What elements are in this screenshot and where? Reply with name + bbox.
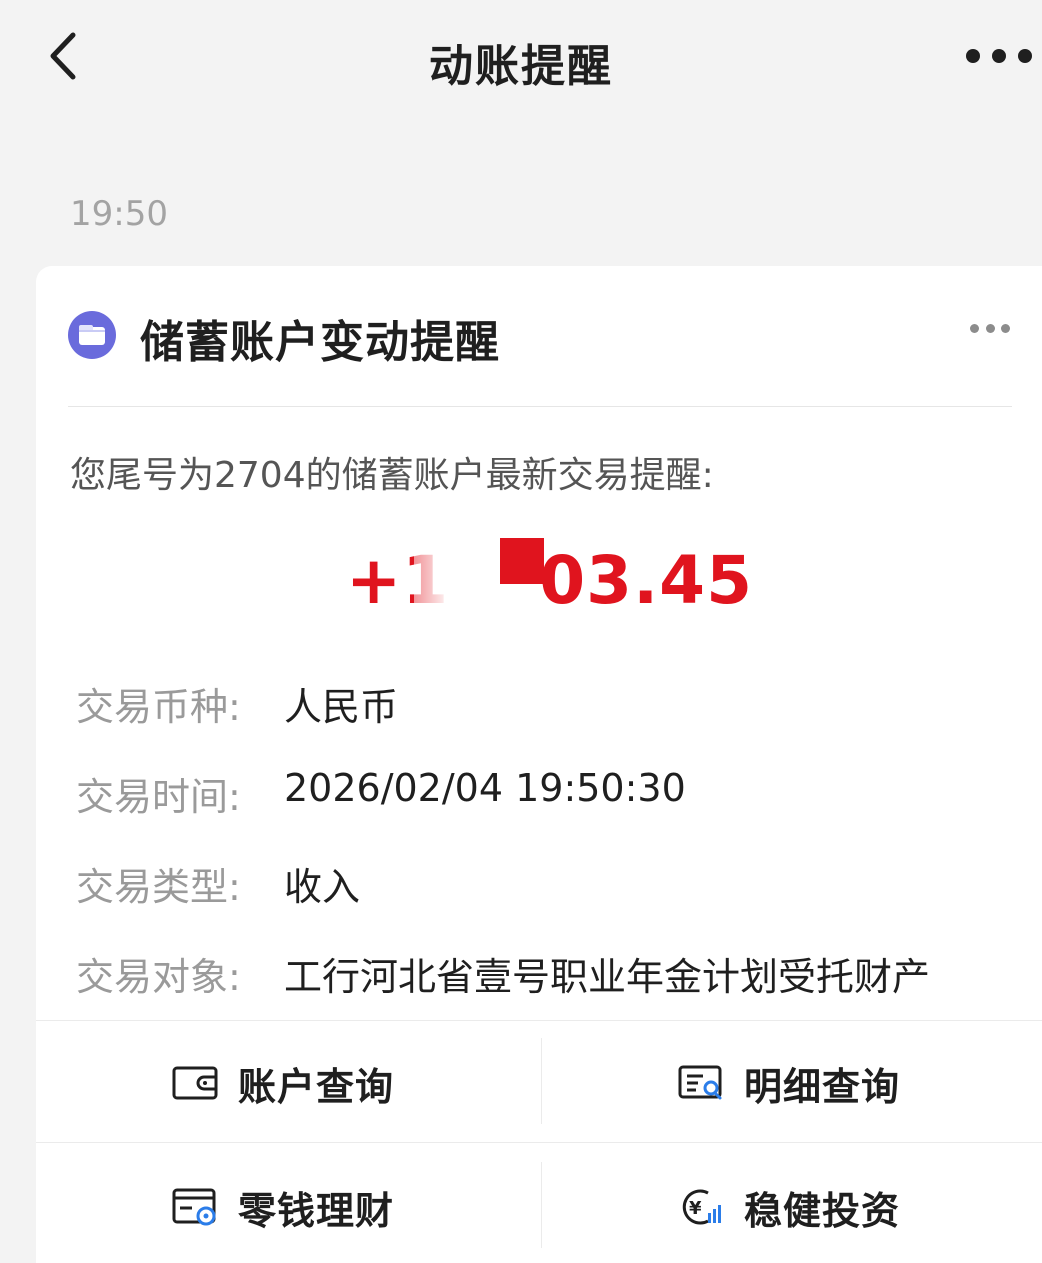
wallet-icon — [68, 311, 116, 359]
amount-suffix: 03.45 — [539, 542, 753, 619]
action-label: 明细查询 — [744, 1064, 901, 1109]
actions-divider — [36, 1142, 1042, 1143]
detail-row-currency: 交易币种: 人民币 — [76, 676, 1016, 729]
steady-investment-button[interactable]: ¥ 稳健投资 — [678, 1172, 900, 1242]
detail-row-counterparty: 交易对象: 工行河北省壹号职业年金计划受托财产 — [76, 946, 1016, 999]
card-divider — [68, 406, 1012, 407]
top-navigation-bar: 动账提醒 — [0, 0, 1042, 112]
list-search-icon — [678, 1063, 724, 1103]
notification-card: 储蓄账户变动提醒 您尾号为2704的储蓄账户最新交易提醒: +1 03.45 交易… — [36, 266, 1042, 1263]
more-options-button[interactable] — [964, 36, 1034, 76]
action-label: 稳健投资 — [744, 1188, 901, 1233]
detail-value: 收入 — [284, 865, 361, 909]
more-dot — [966, 49, 980, 63]
actions-divider — [541, 1038, 542, 1124]
wallet-card-icon — [172, 1063, 218, 1103]
detail-row-time: 交易时间: 2026/02/04 19:50:30 — [76, 766, 1016, 819]
detail-value: 2026/02/04 19:50:30 — [284, 766, 686, 810]
detail-label: 交易币种: — [76, 685, 241, 729]
detail-label: 交易对象: — [76, 955, 241, 999]
account-query-button[interactable]: 账户查询 — [172, 1048, 394, 1118]
more-dot — [1001, 324, 1010, 333]
detail-value: 人民币 — [284, 685, 399, 729]
detail-value: 工行河北省壹号职业年金计划受托财产 — [284, 955, 931, 999]
more-dot — [992, 49, 1006, 63]
change-wealth-button[interactable]: 零钱理财 — [172, 1172, 394, 1242]
more-dot — [970, 324, 979, 333]
detail-label: 交易时间: — [76, 775, 241, 819]
message-timestamp: 19:50 — [70, 194, 168, 234]
amount-redaction-mark — [500, 538, 544, 584]
detail-query-button[interactable]: 明细查询 — [678, 1048, 900, 1118]
detail-row-type: 交易类型: 收入 — [76, 856, 1016, 909]
card-more-button[interactable] — [970, 324, 1010, 336]
actions-divider — [541, 1162, 542, 1248]
more-dot — [1018, 49, 1032, 63]
page-title: 动账提醒 — [429, 41, 613, 92]
amount-text: +1 03.45 — [346, 542, 753, 619]
transaction-intro: 您尾号为2704的储蓄账户最新交易提醒: — [70, 455, 714, 496]
more-dot — [985, 324, 995, 333]
transaction-amount: +1 03.45 — [36, 534, 1042, 624]
card-coin-icon — [172, 1187, 218, 1227]
actions-divider — [36, 1020, 1042, 1021]
card-header: 储蓄账户变动提醒 — [36, 266, 1042, 408]
card-title: 储蓄账户变动提醒 — [140, 317, 500, 368]
svg-text:¥: ¥ — [689, 1198, 702, 1219]
detail-label: 交易类型: — [76, 865, 241, 909]
action-label: 零钱理财 — [238, 1188, 395, 1233]
action-label: 账户查询 — [238, 1064, 395, 1109]
yen-chart-icon: ¥ — [678, 1187, 724, 1227]
